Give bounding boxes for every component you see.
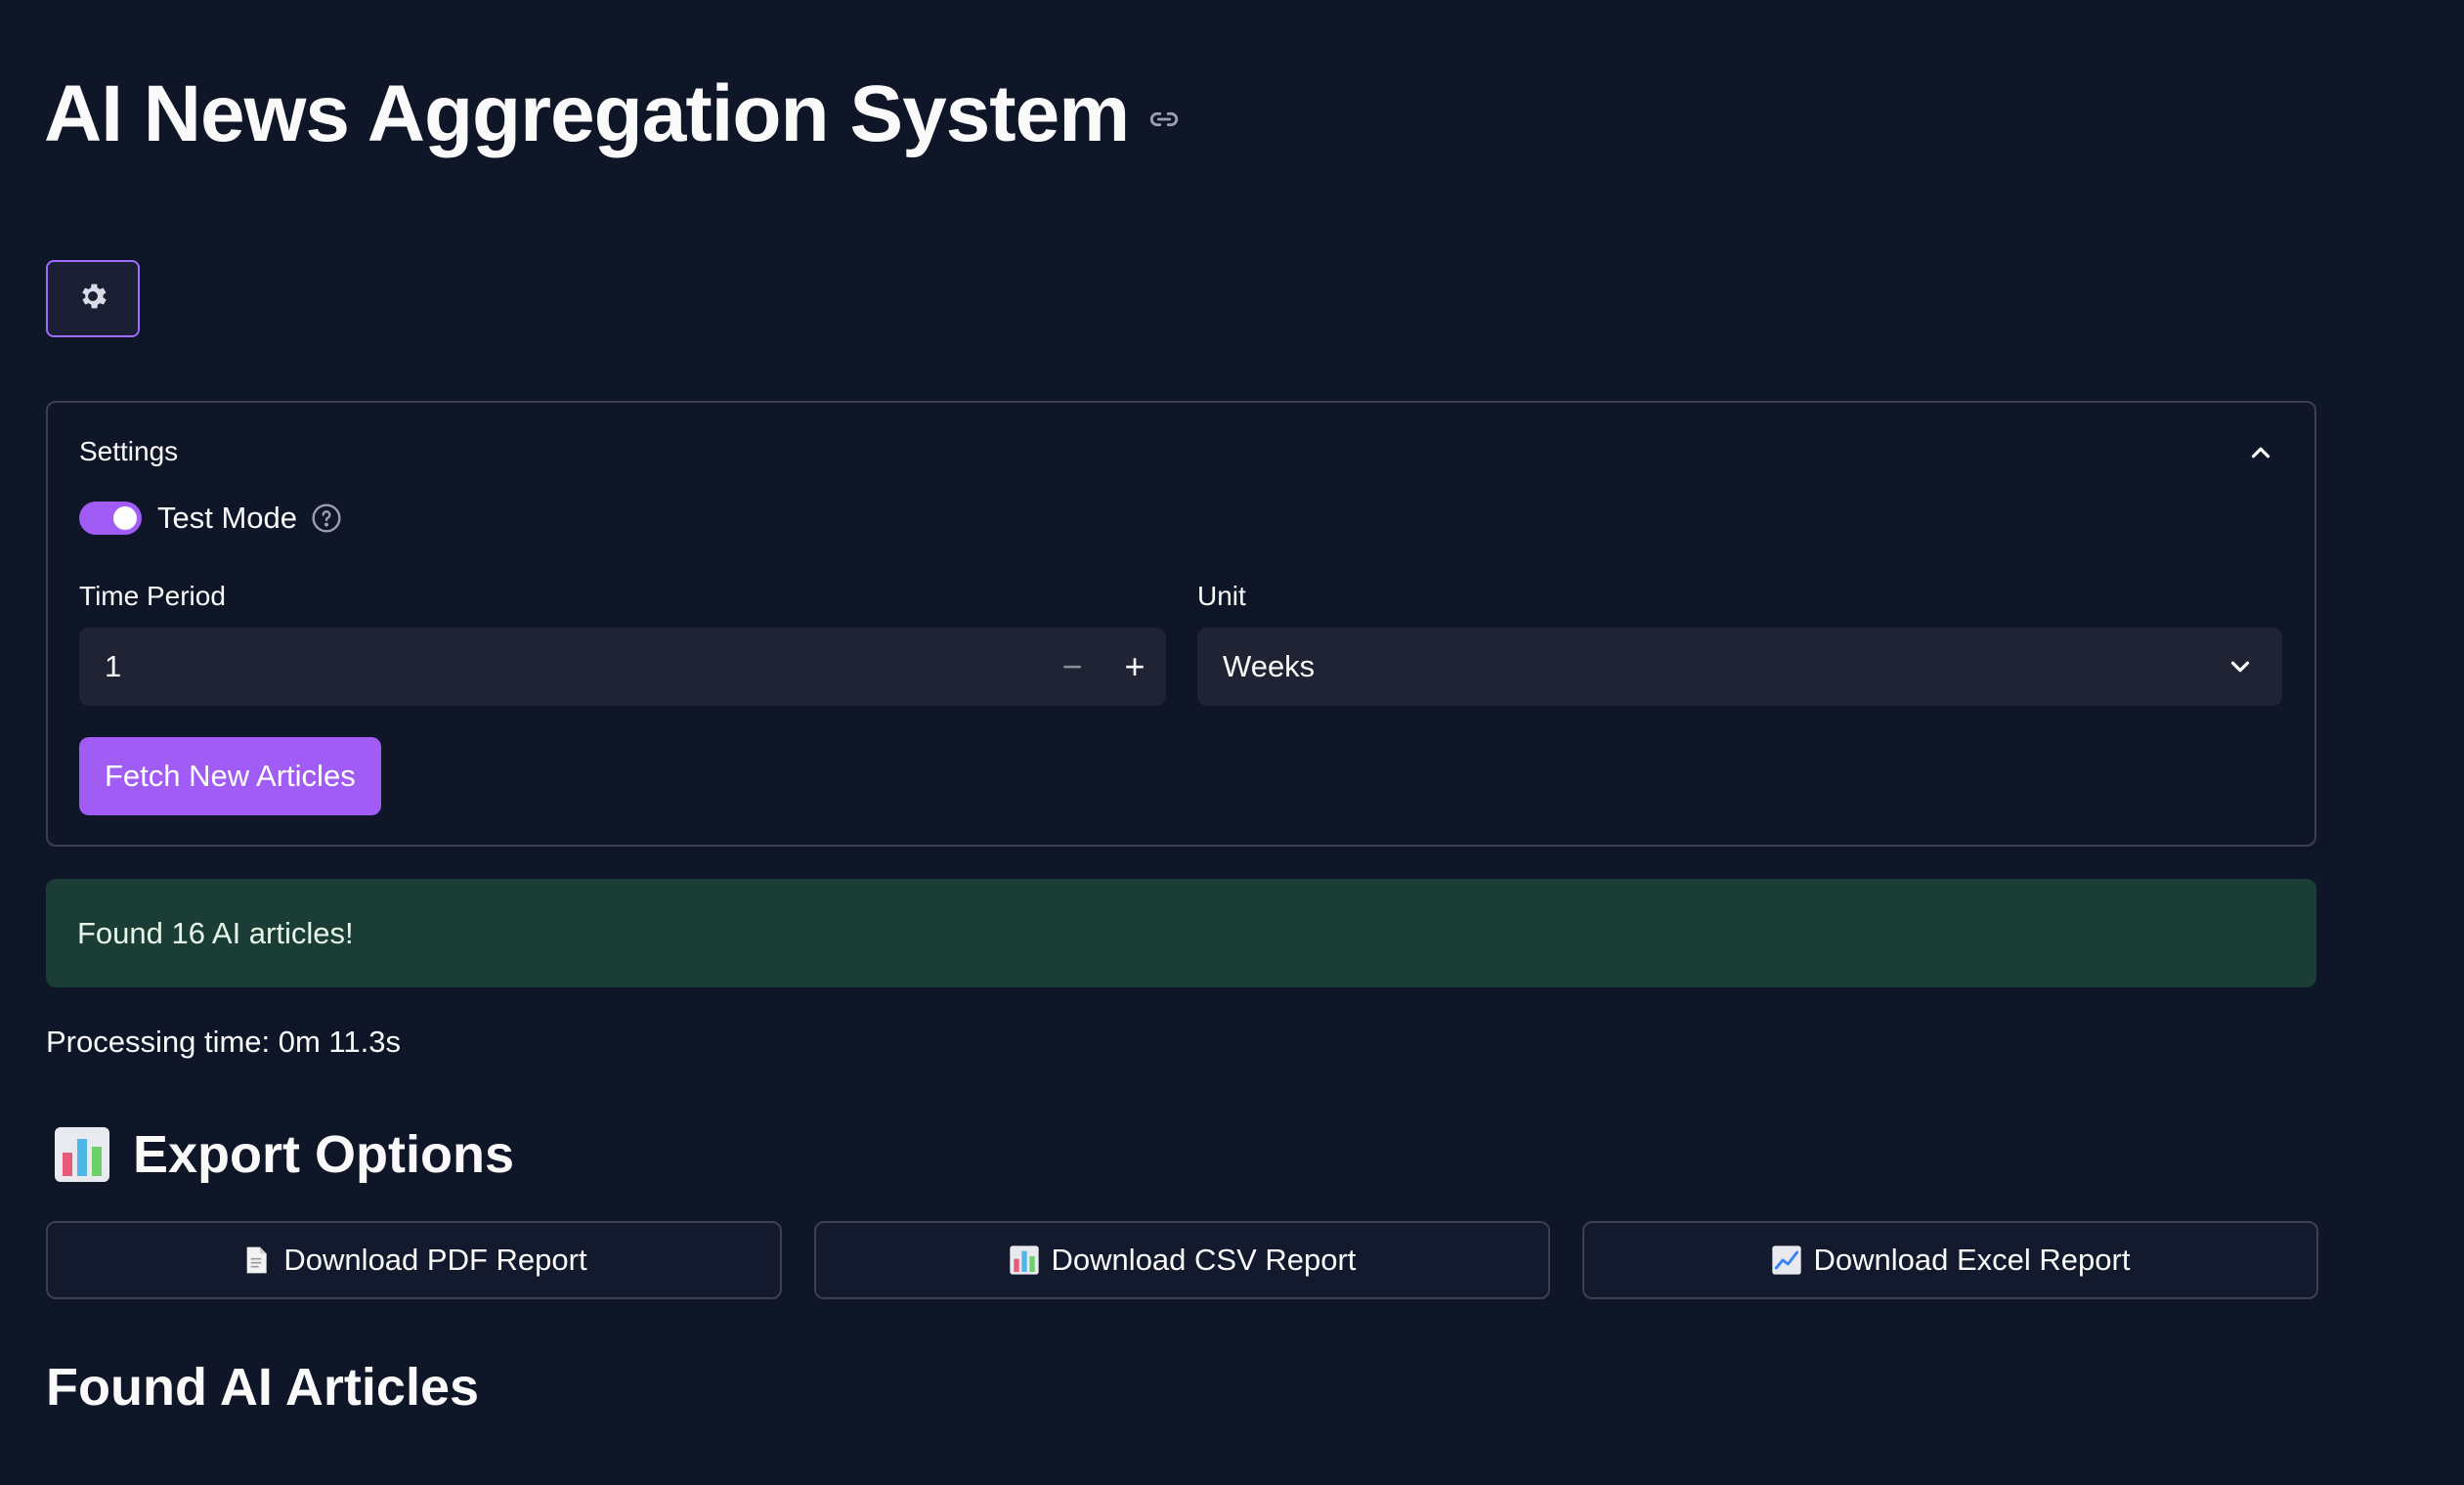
fetch-articles-button[interactable]: Fetch New Articles — [79, 737, 381, 815]
time-period-value[interactable]: 1 — [79, 649, 1041, 684]
settings-gear-button[interactable] — [46, 260, 140, 337]
bar-chart-icon — [1009, 1245, 1040, 1276]
link-icon[interactable] — [1146, 102, 1182, 137]
chevron-down-icon — [2226, 652, 2255, 681]
download-csv-button[interactable]: Download CSV Report — [814, 1221, 1550, 1299]
decrement-button[interactable]: − — [1041, 628, 1103, 706]
time-period-label: Time Period — [79, 581, 226, 611]
increment-button[interactable]: + — [1103, 628, 1166, 706]
page-title: AI News Aggregation System — [44, 69, 1130, 158]
chevron-up-icon[interactable] — [2246, 438, 2275, 467]
title-row: AI News Aggregation System — [44, 68, 1182, 160]
download-pdf-button[interactable]: Download PDF Report — [46, 1221, 782, 1299]
trending-up-icon — [1771, 1245, 1802, 1276]
success-alert: Found 16 AI articles! — [46, 879, 2316, 987]
unit-label: Unit — [1197, 581, 1246, 611]
found-articles-title: Found AI Articles — [46, 1358, 480, 1417]
unit-select[interactable]: Weeks — [1197, 628, 2282, 706]
processing-time-text: Processing time: 0m 11.3s — [46, 1025, 401, 1059]
download-csv-label: Download CSV Report — [1051, 1243, 1357, 1277]
bar-chart-icon — [53, 1125, 111, 1184]
unit-selected-value: Weeks — [1223, 649, 1316, 683]
export-options-heading: Export Options — [53, 1124, 514, 1185]
test-mode-row: Test Mode — [79, 501, 342, 536]
settings-expander: Settings Test Mode Time Period Unit 1 − … — [46, 401, 2316, 847]
download-excel-label: Download Excel Report — [1813, 1243, 2131, 1277]
download-excel-button[interactable]: Download Excel Report — [1582, 1221, 2318, 1299]
download-buttons-row: Download PDF Report Download CSV Report — [46, 1221, 2318, 1299]
gear-icon — [76, 280, 109, 318]
time-period-stepper[interactable]: 1 − + — [79, 628, 1166, 706]
help-icon[interactable] — [311, 502, 342, 534]
app-page: AI News Aggregation System Settings Test… — [0, 0, 2464, 1485]
settings-header[interactable]: Settings — [79, 436, 178, 467]
download-pdf-label: Download PDF Report — [283, 1243, 587, 1277]
document-icon — [240, 1245, 272, 1276]
export-options-title: Export Options — [133, 1125, 514, 1184]
test-mode-label: Test Mode — [157, 501, 298, 535]
test-mode-toggle[interactable] — [79, 502, 142, 535]
